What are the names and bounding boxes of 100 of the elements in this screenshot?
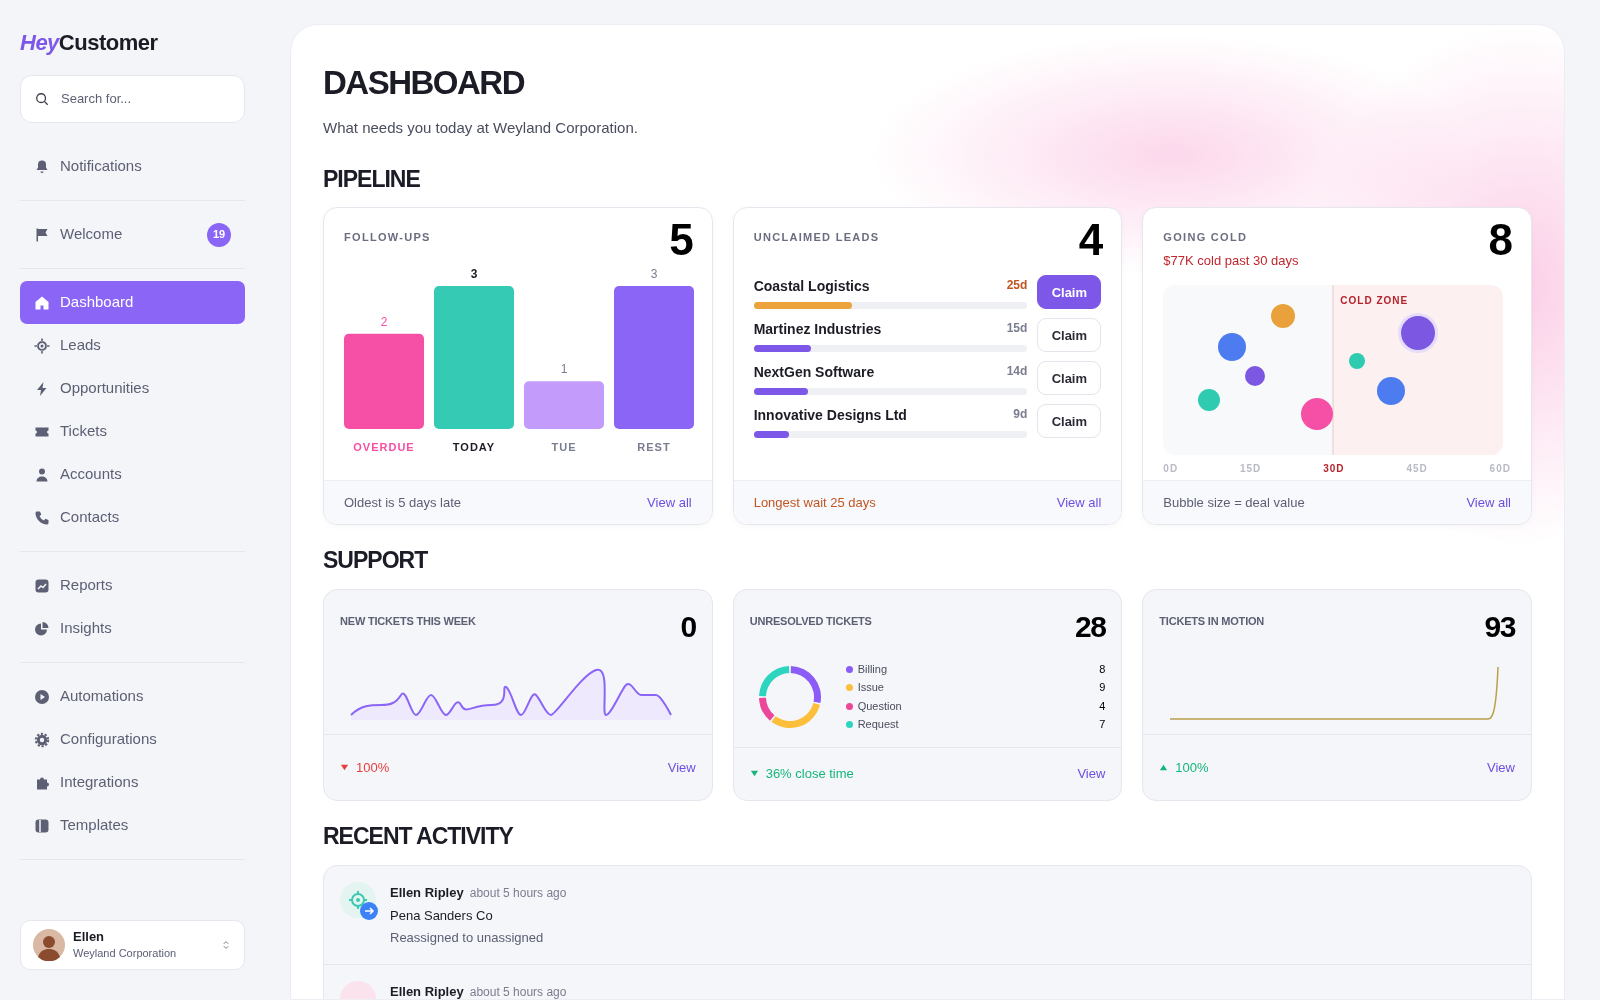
- lead-name: Coastal Logistics: [753, 276, 870, 296]
- legend-label: Issue: [857, 680, 885, 696]
- page-subtitle: What needs you today at Weyland Corporation.: [323, 118, 639, 139]
- card-label: NEW TICKETS THIS WEEK: [340, 614, 476, 629]
- card-note: Longest wait 25 days: [753, 494, 876, 513]
- view-link[interactable]: View: [1487, 757, 1515, 778]
- lead-age: 14d: [1006, 362, 1028, 380]
- legend-dot: [845, 702, 853, 710]
- card-count: 28: [1074, 612, 1106, 642]
- card-note: Oldest is 5 days late: [344, 494, 462, 513]
- change-text: 100%: [1175, 758, 1209, 777]
- card-note: Bubble size = deal value: [1163, 494, 1305, 513]
- legend-label: Request: [857, 717, 900, 733]
- change-text: 100%: [356, 758, 390, 777]
- activity-user: Ellen Ripley: [390, 983, 464, 999]
- bar-value: 2: [380, 315, 388, 330]
- play-icon: [34, 688, 50, 705]
- page-title: DASHBOARD: [323, 65, 526, 102]
- nav-item[interactable]: Reports: [20, 564, 245, 607]
- legend-value: 9: [1099, 680, 1106, 696]
- card-count: 93: [1484, 612, 1515, 642]
- lead-name: Innovative Designs Ltd: [753, 405, 907, 425]
- home-icon: [34, 294, 50, 311]
- card-label: GOING COLD: [1163, 230, 1248, 246]
- bell-icon: [34, 158, 50, 175]
- cold-value: $77K cold past 30 days: [1163, 252, 1300, 271]
- search-input[interactable]: Search for...: [59, 88, 230, 110]
- nav-item[interactable]: Opportunities: [20, 367, 245, 410]
- phone-icon: [34, 509, 50, 526]
- pie-icon: [34, 620, 50, 637]
- nav-item[interactable]: Automations: [20, 675, 245, 718]
- logo-accent: Hey: [20, 30, 59, 55]
- lead-age: 25d: [1006, 276, 1028, 294]
- cold-zone-label: COLD ZONE: [1340, 293, 1409, 308]
- legend-value: 4: [1099, 699, 1106, 714]
- search-icon: [35, 91, 49, 107]
- card-label: UNRESOLVED TICKETS: [749, 614, 872, 629]
- nav-item[interactable]: Configurations: [20, 718, 245, 761]
- user-name: Ellen: [73, 928, 106, 945]
- bar-category: OVERDUE: [353, 441, 415, 454]
- search-field[interactable]: Search for...: [20, 75, 245, 123]
- axis-tick: 0D: [1163, 461, 1179, 476]
- nav-item[interactable]: Notifications: [20, 145, 245, 188]
- nav-item[interactable]: Leads: [20, 324, 245, 367]
- bar-category: TUE: [551, 441, 577, 454]
- view-link[interactable]: View: [1077, 764, 1106, 784]
- bar-value: 3: [470, 267, 478, 282]
- claim-button[interactable]: Claim: [1037, 275, 1102, 310]
- view-all-link[interactable]: View all: [1466, 493, 1511, 513]
- avatar-icon: [33, 929, 65, 961]
- nav-item[interactable]: Contacts: [20, 496, 245, 539]
- axis-tick: 45D: [1406, 461, 1428, 476]
- card-count: 8: [1488, 218, 1511, 263]
- nav-item[interactable]: Welcome 19: [20, 213, 245, 256]
- nav-item[interactable]: Insights: [20, 607, 245, 650]
- lead-age: 15d: [1006, 319, 1028, 337]
- user-org: Weyland Corporation: [73, 945, 177, 961]
- chevron-icon: [220, 939, 232, 951]
- bubble: [1349, 352, 1366, 369]
- section-title: SUPPORT: [323, 547, 429, 575]
- nav-item[interactable]: Dashboard: [20, 281, 245, 324]
- claim-button[interactable]: Claim: [1037, 404, 1102, 439]
- claim-button[interactable]: Claim: [1037, 361, 1102, 396]
- card-count: 0: [680, 612, 696, 642]
- nav-item[interactable]: Accounts: [20, 453, 245, 496]
- view-link[interactable]: View: [667, 757, 696, 778]
- nav-item[interactable]: Tickets: [20, 410, 245, 453]
- target-icon: [34, 337, 50, 354]
- claim-button[interactable]: Claim: [1037, 318, 1102, 353]
- bubble: [1398, 312, 1439, 353]
- bar-category: TODAY: [452, 441, 496, 454]
- bubble: [1377, 376, 1406, 405]
- view-all-link[interactable]: View all: [1056, 493, 1102, 513]
- nav-item[interactable]: Templates: [20, 804, 245, 847]
- activity-subject: Pena Sanders Co: [390, 906, 494, 925]
- nav-item[interactable]: Integrations: [20, 761, 245, 804]
- activity-user: Ellen Ripley: [390, 884, 464, 900]
- legend-dot: [845, 684, 853, 692]
- flag-icon: [34, 226, 50, 243]
- axis-tick: 30D: [1323, 461, 1345, 476]
- activity-action: Reassigned to unassigned: [390, 929, 545, 948]
- card-label: TICKETS IN MOTION: [1159, 614, 1265, 629]
- view-all-link[interactable]: View all: [647, 493, 692, 513]
- lead-name: Martinez Industries: [753, 319, 882, 339]
- bar-value: 1: [560, 362, 568, 377]
- bar-value: 3: [650, 267, 658, 282]
- bubble: [1198, 388, 1221, 411]
- bubble: [1218, 332, 1247, 361]
- legend-dot: [845, 665, 853, 673]
- legend-value: 7: [1099, 717, 1106, 733]
- user-menu[interactable]: Ellen Weyland Corporation: [20, 920, 245, 970]
- bar-category: REST: [637, 441, 671, 454]
- lead-age: 9d: [1013, 405, 1028, 423]
- legend-value: 8: [1099, 662, 1106, 677]
- axis-tick: 60D: [1489, 461, 1511, 476]
- bubble: [1271, 303, 1296, 328]
- section-title: RECENT ACTIVITY: [323, 823, 515, 851]
- legend-dot: [845, 721, 853, 729]
- bubble: [1245, 365, 1266, 386]
- card-label: UNCLAIMED LEADS: [753, 230, 880, 246]
